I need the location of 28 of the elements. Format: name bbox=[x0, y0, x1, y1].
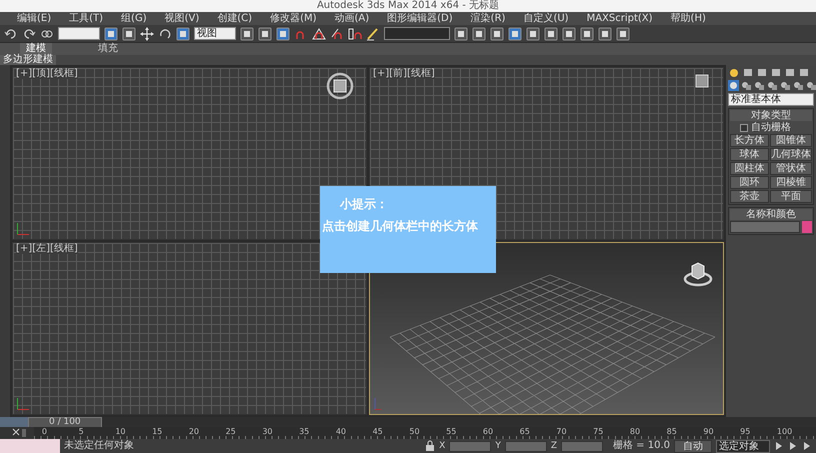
tick-label: 5 bbox=[78, 427, 84, 436]
tick-label: 40 bbox=[336, 427, 346, 436]
grid-size: 栅格 = 10.0 bbox=[612, 440, 670, 452]
tick-label: 15 bbox=[152, 427, 162, 436]
coord-label: Z bbox=[550, 441, 557, 451]
tick-label: 65 bbox=[520, 427, 530, 436]
tick-label: 35 bbox=[299, 427, 310, 436]
tick-label: 70 bbox=[556, 427, 567, 436]
tick-label: 90 bbox=[703, 427, 714, 436]
tick-label: 60 bbox=[482, 427, 494, 436]
tick-label: 10 bbox=[115, 427, 126, 436]
tick-label: 75 bbox=[593, 427, 604, 436]
tick-label: 0 bbox=[42, 427, 47, 436]
tick-label: 80 bbox=[630, 427, 640, 436]
coord-label: X bbox=[439, 441, 446, 451]
tick-label: 25 bbox=[226, 427, 236, 436]
tick-label: 100 bbox=[776, 427, 792, 436]
tick-label: 85 bbox=[666, 427, 677, 436]
tick-label: 95 bbox=[740, 427, 750, 436]
tick-label: 50 bbox=[409, 427, 420, 436]
tick-label: 55 bbox=[446, 427, 456, 436]
coord-label: Y bbox=[495, 441, 501, 451]
tick-label: 30 bbox=[262, 427, 273, 436]
window-title: Autodesk 3ds Max 2014 x64 - 无标题 bbox=[316, 0, 500, 12]
status-prompt: 未选定任何对象 bbox=[64, 440, 135, 452]
checkbox-label: 自动栅格 bbox=[751, 122, 791, 133]
tick-label: 45 bbox=[372, 427, 383, 436]
tick-label: 20 bbox=[188, 427, 200, 436]
